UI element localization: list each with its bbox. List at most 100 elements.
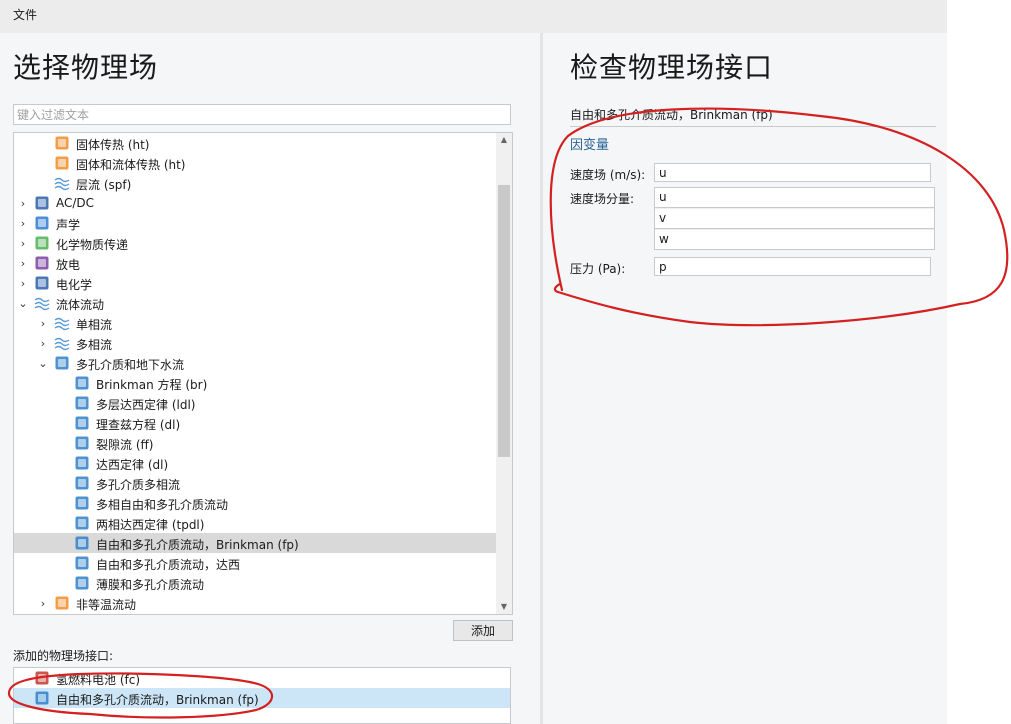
velocity-components-table: u v w (654, 187, 935, 250)
fracture-flow-icon (74, 435, 90, 451)
tree-item[interactable]: › 非等温流动 (14, 593, 496, 613)
interface-separator (570, 126, 936, 127)
tree-item[interactable]: 多孔介质多相流 (14, 473, 496, 493)
tree-item[interactable]: 多相自由和多孔介质流动 (14, 493, 496, 513)
tree-scrollbar[interactable]: ▲ ▼ (496, 133, 512, 614)
tree-item-label: 多孔介质多相流 (96, 478, 181, 492)
tree-item[interactable]: › 声学 (14, 213, 496, 233)
scroll-up-icon[interactable]: ▲ (496, 133, 512, 147)
dependent-variables-heading[interactable]: 因变量 (570, 134, 609, 153)
tree-item[interactable]: › 单相流 (14, 313, 496, 333)
tree-item[interactable]: › 放电 (14, 253, 496, 273)
menu-file[interactable]: 文件 (13, 6, 37, 23)
layered-darcy-icon (74, 395, 90, 411)
scroll-thumb[interactable] (498, 185, 510, 457)
tree-item[interactable]: 固体传热 (ht) (14, 133, 496, 153)
free-porous-brinkman-icon (34, 690, 50, 706)
chevron-right-icon[interactable]: › (17, 233, 29, 253)
chevron-right-icon[interactable]: › (17, 253, 29, 273)
tree-item[interactable]: › 化学物质传递 (14, 233, 496, 253)
chevron-right-icon[interactable]: › (37, 593, 49, 613)
added-interface-item[interactable]: 自由和多孔介质流动，Brinkman (fp) (14, 688, 510, 708)
tree-item[interactable]: 自由和多孔介质流动，达西 (14, 553, 496, 573)
tree-item[interactable]: 多层达西定律 (ldl) (14, 393, 496, 413)
filter-input[interactable] (13, 104, 511, 125)
solid-fluid-heat-icon (54, 155, 70, 171)
tree-item-label: 非等温流动 (76, 598, 137, 612)
velocity-field-input[interactable]: u (654, 163, 931, 182)
added-interface-label: 自由和多孔介质流动，Brinkman (fp) (56, 693, 259, 707)
tree-item-label: 层流 (spf) (76, 178, 132, 192)
tree-item-label: 化学物质传递 (56, 238, 129, 252)
tree-item-label: 放电 (56, 258, 81, 272)
chevron-right-icon[interactable]: › (17, 193, 29, 213)
tree-item[interactable]: 理查兹方程 (dl) (14, 413, 496, 433)
two-phase-darcy-icon (74, 515, 90, 531)
added-interface-item[interactable]: 氢燃料电池 (fc) (14, 668, 510, 688)
tree-item[interactable]: 固体和流体传热 (ht) (14, 153, 496, 173)
porous-multiphase-icon (74, 475, 90, 491)
tree-item-label: 裂隙流 (ff) (96, 438, 154, 452)
tree-item[interactable]: ⌄ 流体流动 (14, 293, 496, 313)
component-u-input[interactable]: u (655, 188, 934, 208)
tree-item[interactable]: 两相达西定律 (tpdl) (14, 513, 496, 533)
add-button[interactable]: 添加 (453, 620, 513, 641)
tree-item[interactable]: 达西定律 (dl) (14, 453, 496, 473)
darcy-icon (74, 455, 90, 471)
tree-item-label: 声学 (56, 218, 81, 232)
velocity-field-label: 速度场 (m/s): (570, 168, 646, 182)
review-physics-title: 检查物理场接口 (570, 51, 774, 84)
pressure-input[interactable]: p (654, 257, 931, 276)
tree-item-label: 多层达西定律 (ldl) (96, 398, 196, 412)
plasma-icon (34, 255, 50, 271)
tree-item[interactable]: 自由和多孔介质流动，Brinkman (fp) (14, 533, 496, 553)
chemical-species-icon (34, 235, 50, 251)
tree-item-label: 流体流动 (56, 298, 105, 312)
tree-item[interactable]: 层流 (spf) (14, 173, 496, 193)
chevron-right-icon[interactable]: › (37, 313, 49, 333)
velocity-components-label: 速度场分量: (570, 192, 635, 206)
tree-item-label: 多孔介质和地下水流 (76, 358, 185, 372)
tree-item[interactable]: ⌄ 多孔介质和地下水流 (14, 353, 496, 373)
tree-item-label: Brinkman 方程 (br) (96, 378, 208, 392)
solid-heat-icon (54, 135, 70, 151)
tree-item[interactable]: › 多相流 (14, 333, 496, 353)
brinkman-icon (74, 375, 90, 391)
free-porous-darcy-icon (74, 555, 90, 571)
tree-item-label: 固体和流体传热 (ht) (76, 158, 186, 172)
chevron-down-icon[interactable]: ⌄ (17, 293, 29, 313)
tree-item-label: 多相自由和多孔介质流动 (96, 498, 229, 512)
tree-item[interactable]: Brinkman 方程 (br) (14, 373, 496, 393)
added-interfaces-list: 氢燃料电池 (fc) 自由和多孔介质流动，Brinkman (fp) (13, 667, 511, 724)
tree-item-label: 达西定律 (dl) (96, 458, 169, 472)
component-w-input[interactable]: w (655, 230, 934, 250)
chevron-right-icon[interactable]: › (17, 213, 29, 233)
scroll-down-icon[interactable]: ▼ (496, 600, 512, 614)
fluid-flow-icon (34, 295, 50, 311)
tree-item[interactable]: 裂隙流 (ff) (14, 433, 496, 453)
chevron-right-icon[interactable]: › (37, 333, 49, 353)
added-interfaces-label: 添加的物理场接口: (13, 649, 114, 663)
component-v-input[interactable]: v (655, 209, 934, 229)
tree-item[interactable]: 薄膜和多孔介质流动 (14, 573, 496, 593)
tree-item-label: 单相流 (76, 318, 113, 332)
physics-tree: 固体传热 (ht) 固体和流体传热 (ht) 层流 (spf) › AC/DC › 声学 › 化… (13, 132, 513, 615)
pressure-label: 压力 (Pa): (570, 262, 626, 276)
single-phase-flow-icon (54, 315, 70, 331)
chevron-down-icon[interactable]: ⌄ (37, 353, 49, 373)
porous-media-icon (54, 355, 70, 371)
acdc-icon (34, 195, 50, 211)
tree-item-label: 薄膜和多孔介质流动 (96, 578, 205, 592)
tree-item-label: 自由和多孔介质流动，达西 (96, 558, 241, 572)
tree-item-label: 电化学 (56, 278, 93, 292)
chevron-right-icon[interactable]: › (17, 273, 29, 293)
tree-item[interactable]: › 电化学 (14, 273, 496, 293)
laminar-flow-icon (54, 175, 70, 191)
window-outside (947, 0, 1011, 724)
tree-item[interactable]: › AC/DC (14, 193, 496, 213)
select-physics-title: 选择物理场 (13, 51, 159, 84)
free-porous-brinkman-icon (74, 535, 90, 551)
tree-item-label: 自由和多孔介质流动，Brinkman (fp) (96, 538, 299, 552)
tree-item-label: 固体传热 (ht) (76, 138, 150, 152)
tree-item-label: 理查兹方程 (dl) (96, 418, 181, 432)
